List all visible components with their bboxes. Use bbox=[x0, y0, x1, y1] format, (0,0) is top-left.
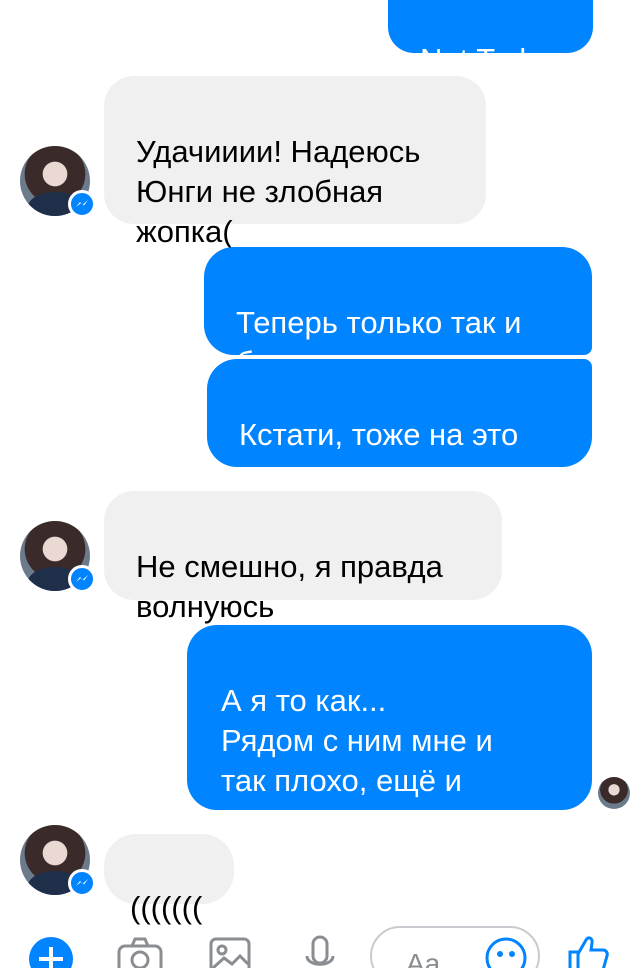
camera-icon[interactable] bbox=[116, 936, 164, 968]
message-text: Кстати, тоже на это надеюсь bbox=[239, 417, 519, 492]
message-outgoing-not-today: Not Today bbox=[388, 0, 593, 77]
contact-avatar[interactable] bbox=[20, 521, 96, 593]
seen-indicator-avatar bbox=[598, 777, 630, 809]
message-outgoing: А я то как... Рядом с ним мне и так плох… bbox=[187, 625, 592, 838]
message-text: А я то как... Рядом с ним мне и так плох… bbox=[221, 683, 525, 838]
messenger-badge-icon bbox=[68, 190, 96, 218]
plus-icon[interactable] bbox=[27, 935, 75, 968]
like-icon[interactable] bbox=[566, 932, 610, 968]
composer-toolbar: Aa bbox=[0, 920, 640, 968]
message-outgoing: Теперь только так и буду его называть bbox=[204, 247, 592, 380]
message-outgoing: Кстати, тоже на это надеюсь bbox=[207, 359, 592, 492]
message-incoming: ((((((( bbox=[104, 834, 234, 925]
message-input-placeholder: Aa bbox=[406, 948, 441, 968]
contact-avatar[interactable] bbox=[20, 146, 96, 218]
messenger-badge-icon bbox=[68, 869, 96, 897]
messenger-badge-icon bbox=[68, 565, 96, 593]
message-text: Удачииии! Надеюсь Юнги не злобная жопка( bbox=[136, 134, 421, 249]
contact-avatar[interactable] bbox=[20, 825, 96, 897]
emoji-icon[interactable] bbox=[484, 936, 528, 968]
message-incoming: Не смешно, я правда волнуюсь bbox=[104, 491, 502, 624]
image-icon[interactable] bbox=[208, 936, 252, 968]
microphone-icon[interactable] bbox=[302, 934, 338, 968]
message-text: Not Today bbox=[420, 42, 560, 77]
message-incoming: Удачииии! Надеюсь Юнги не злобная жопка( bbox=[104, 76, 486, 249]
message-text: Не смешно, я правда волнуюсь bbox=[136, 549, 443, 624]
